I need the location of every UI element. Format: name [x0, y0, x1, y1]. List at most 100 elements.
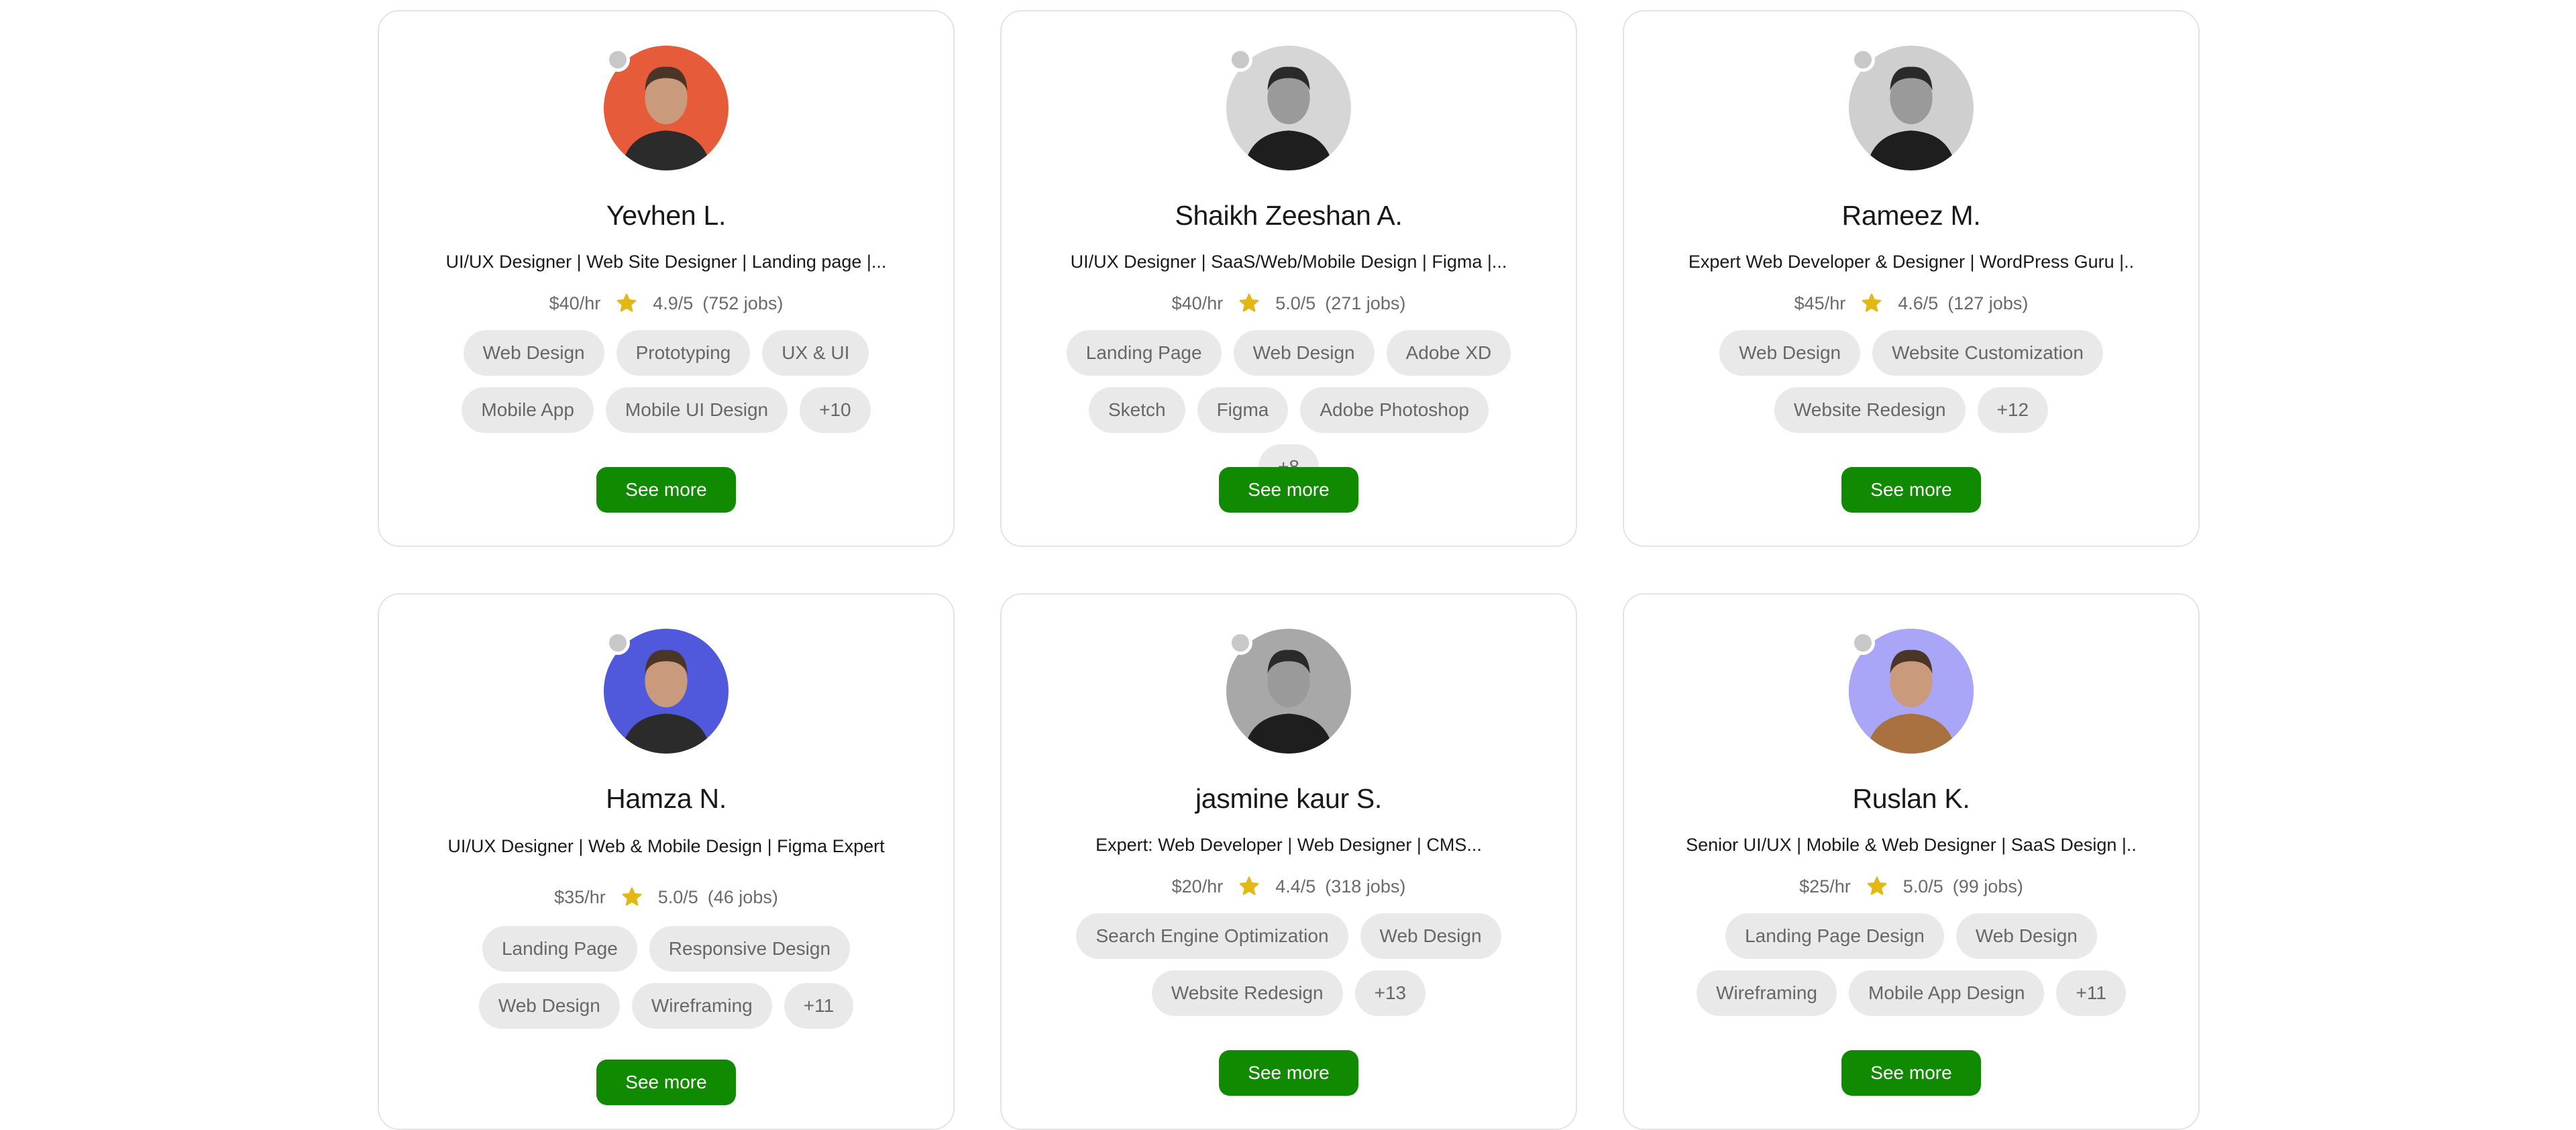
star-icon	[616, 293, 637, 312]
skill-chip[interactable]: Web Design	[463, 330, 604, 376]
hourly-rate: $20/hr	[1171, 876, 1224, 896]
skill-chip[interactable]: Adobe Photoshop	[1300, 387, 1489, 433]
skills-list: Web Design Prototyping UX & UI Mobile App Mo…	[439, 330, 893, 433]
skill-chip[interactable]: Prototyping	[616, 330, 751, 376]
skills-list: Landing Page Design Web Design Wireframing…	[1684, 913, 2138, 1016]
skill-chip[interactable]: Landing Page	[1066, 330, 1222, 376]
jobs-count: (127 jobs)	[1947, 293, 2029, 313]
avatar-container[interactable]	[604, 46, 729, 170]
skill-chip[interactable]: Search Engine Optimization	[1076, 913, 1348, 959]
star-icon	[622, 887, 642, 906]
more-skills-chip[interactable]: +11	[784, 983, 854, 1029]
skills-list: Search Engine Optimization Web Design Webs…	[1062, 913, 1515, 1016]
rating-score: 4.6/5	[1898, 293, 1939, 313]
avatar-container[interactable]	[1849, 46, 1974, 170]
avatar-container[interactable]	[604, 629, 729, 754]
freelancer-stats: $25/hr 5.0/5 (99 jobs)	[1624, 874, 2198, 899]
hourly-rate: $40/hr	[1171, 293, 1224, 313]
jobs-count: (752 jobs)	[702, 293, 784, 313]
skill-chip[interactable]: Website Redesign	[1774, 387, 1966, 433]
star-icon	[1239, 876, 1259, 895]
freelancer-name[interactable]: jasmine kaur S.	[1002, 782, 1576, 815]
more-skills-chip[interactable]: +12	[1977, 387, 2049, 433]
jobs-count: (318 jobs)	[1325, 876, 1406, 896]
freelancer-card[interactable]: jasmine kaur S. Expert: Web Developer | …	[1000, 593, 1577, 1130]
freelancer-stats: $40/hr 5.0/5 (271 jobs)	[1002, 291, 1576, 316]
rating-score: 5.0/5	[1902, 876, 1943, 896]
freelancer-headline: UI/UX Designer | SaaS/Web/Mobile Design …	[1070, 252, 1507, 272]
skill-chip[interactable]: Mobile UI Design	[605, 387, 788, 433]
skill-chip[interactable]: Website Redesign	[1151, 970, 1343, 1016]
skills-list: Web Design Website Customization Website R…	[1684, 330, 2138, 433]
avatar-container[interactable]	[1226, 629, 1351, 754]
more-skills-chip[interactable]: +10	[800, 387, 871, 433]
see-more-button[interactable]: See more	[1219, 1050, 1358, 1096]
skill-chip[interactable]: Wireframing	[631, 983, 772, 1029]
hourly-rate: $40/hr	[549, 293, 601, 313]
freelancer-name[interactable]: Shaikh Zeeshan A.	[1002, 199, 1576, 232]
freelancer-stats: $45/hr 4.6/5 (127 jobs)	[1624, 291, 2198, 316]
skill-chip[interactable]: UX & UI	[762, 330, 869, 376]
jobs-count: (271 jobs)	[1325, 293, 1406, 313]
star-icon	[1239, 293, 1259, 312]
skill-chip[interactable]: Web Design	[1955, 913, 2097, 959]
freelancer-card[interactable]: Rameez M. Expert Web Developer & Designe…	[1623, 10, 2200, 547]
skill-chip[interactable]: Adobe XD	[1386, 330, 1511, 376]
freelancer-card[interactable]: Hamza N. UI/UX Designer | Web & Mobile D…	[378, 593, 955, 1130]
online-status-indicator	[1228, 48, 1252, 72]
skill-chip[interactable]: Responsive Design	[649, 926, 851, 972]
freelancer-card[interactable]: Ruslan K. Senior UI/UX | Mobile & Web De…	[1623, 593, 2200, 1130]
online-status-indicator	[1851, 631, 1875, 655]
skill-chip[interactable]: Web Design	[1719, 330, 1861, 376]
skill-chip[interactable]: Web Design	[1233, 330, 1375, 376]
star-icon	[1862, 293, 1882, 312]
hourly-rate: $45/hr	[1794, 293, 1846, 313]
skills-list: Landing Page Web Design Adobe XD Sketch Figm…	[1062, 330, 1515, 490]
freelancer-stats: $35/hr 5.0/5 (46 jobs)	[379, 884, 953, 910]
skill-chip[interactable]: Landing Page	[482, 926, 637, 972]
rating-score: 4.4/5	[1275, 876, 1316, 896]
see-more-button[interactable]: See more	[1219, 467, 1358, 513]
online-status-indicator	[1228, 631, 1252, 655]
skill-chip[interactable]: Figma	[1197, 387, 1289, 433]
freelancer-stats: $20/hr 4.4/5 (318 jobs)	[1002, 874, 1576, 899]
freelancer-headline: Senior UI/UX | Mobile & Web Designer | S…	[1686, 835, 2137, 855]
freelancer-headline: Expert Web Developer & Designer | WordPr…	[1688, 252, 2135, 272]
star-icon	[1867, 876, 1887, 895]
see-more-button[interactable]: See more	[596, 467, 736, 513]
rating-score: 5.0/5	[657, 887, 698, 907]
freelancer-stats: $40/hr 4.9/5 (752 jobs)	[379, 291, 953, 316]
skill-chip[interactable]: Web Design	[478, 983, 620, 1029]
rating-score: 5.0/5	[1275, 293, 1316, 313]
rating-score: 4.9/5	[653, 293, 694, 313]
skill-chip[interactable]: Landing Page Design	[1725, 913, 1944, 959]
jobs-count: (99 jobs)	[1952, 876, 2023, 896]
freelancer-name[interactable]: Ruslan K.	[1624, 782, 2198, 815]
skill-chip[interactable]: Website Customization	[1872, 330, 2103, 376]
freelancer-card[interactable]: Shaikh Zeeshan A. UI/UX Designer | SaaS/…	[1000, 10, 1577, 547]
skill-chip[interactable]: Sketch	[1088, 387, 1185, 433]
online-status-indicator	[1851, 48, 1875, 72]
freelancer-headline: UI/UX Designer | Web & Mobile Design | F…	[447, 836, 885, 856]
online-status-indicator	[606, 48, 630, 72]
freelancer-card[interactable]: Yevhen L. UI/UX Designer | Web Site Desi…	[378, 10, 955, 547]
freelancer-headline: UI/UX Designer | Web Site Designer | Lan…	[445, 252, 887, 272]
avatar-container[interactable]	[1849, 629, 1974, 754]
skill-chip[interactable]: Web Design	[1360, 913, 1501, 959]
freelancer-name[interactable]: Yevhen L.	[379, 199, 953, 232]
see-more-button[interactable]: See more	[1841, 467, 1981, 513]
online-status-indicator	[606, 631, 630, 655]
skill-chip[interactable]: Wireframing	[1697, 970, 1837, 1016]
avatar-container[interactable]	[1226, 46, 1351, 170]
see-more-button[interactable]: See more	[596, 1060, 736, 1105]
skill-chip[interactable]: Mobile App Design	[1849, 970, 2045, 1016]
freelancer-name[interactable]: Hamza N.	[379, 782, 953, 815]
more-skills-chip[interactable]: +13	[1354, 970, 1426, 1016]
jobs-count: (46 jobs)	[707, 887, 778, 907]
skills-list: Landing Page Responsive Design Web Design W…	[439, 926, 893, 1029]
see-more-button[interactable]: See more	[1841, 1050, 1981, 1096]
hourly-rate: $25/hr	[1799, 876, 1851, 896]
freelancer-name[interactable]: Rameez M.	[1624, 199, 2198, 232]
more-skills-chip[interactable]: +11	[2056, 970, 2126, 1016]
skill-chip[interactable]: Mobile App	[462, 387, 594, 433]
